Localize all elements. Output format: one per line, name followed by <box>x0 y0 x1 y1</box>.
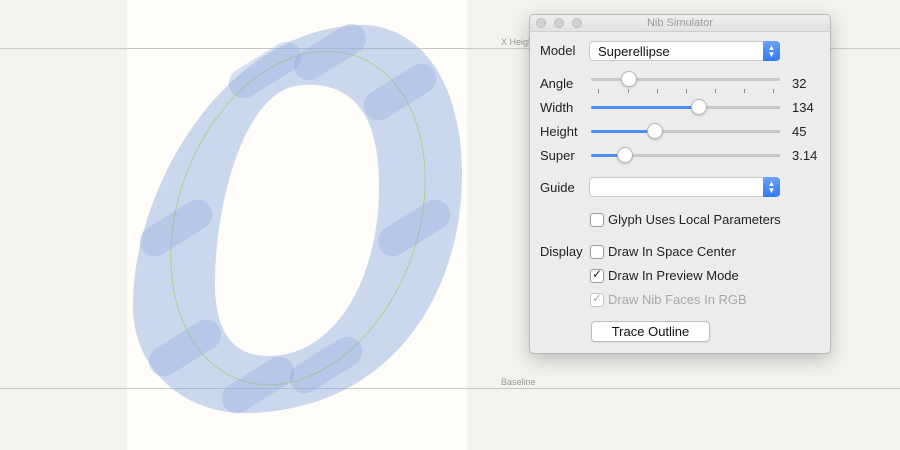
width-slider[interactable] <box>591 99 780 115</box>
space-center-checkbox[interactable]: ✓ <box>590 245 604 259</box>
trace-outline-button[interactable]: Trace Outline <box>591 321 710 342</box>
height-slider-knob[interactable] <box>647 123 664 139</box>
model-label: Model <box>540 43 576 58</box>
height-label: Height <box>540 124 578 139</box>
model-select[interactable]: Superellipse ▲ ▼ <box>589 41 780 61</box>
select-arrows-icon: ▲ ▼ <box>763 41 780 61</box>
display-label: Display <box>540 244 583 259</box>
guide-label: Guide <box>540 180 575 195</box>
panel-titlebar[interactable]: Nib Simulator <box>530 15 830 32</box>
height-slider[interactable] <box>591 123 780 139</box>
checkmark-icon: ✓ <box>592 267 603 281</box>
nib-faces-rgb-checkbox: ✓ <box>590 291 604 307</box>
height-value: 45 <box>792 124 807 139</box>
width-slider-fill <box>591 106 699 109</box>
space-center-label: Draw In Space Center <box>608 244 736 259</box>
preview-mode-checkbox[interactable]: ✓ <box>590 267 604 283</box>
width-slider-knob[interactable] <box>690 99 707 115</box>
angle-value: 32 <box>792 76 807 91</box>
checkmark-icon: ✓ <box>592 291 603 305</box>
preview-mode-label: Draw In Preview Mode <box>608 268 739 283</box>
glyph-local-params-label: Glyph Uses Local Parameters <box>608 212 781 227</box>
angle-slider-knob[interactable] <box>620 71 637 87</box>
super-label: Super <box>540 148 575 163</box>
model-select-value: Superellipse <box>598 44 670 59</box>
panel-title: Nib Simulator <box>646 17 714 29</box>
width-value: 134 <box>792 100 814 115</box>
guide-select[interactable]: ▲ ▼ <box>589 177 780 197</box>
nib-faces-rgb-label: Draw Nib Faces In RGB <box>608 292 747 307</box>
angle-label: Angle <box>540 76 574 91</box>
width-label: Width <box>540 100 574 115</box>
height-slider-fill <box>591 130 656 133</box>
select-arrows-icon: ▲ ▼ <box>763 177 780 197</box>
angle-slider-ticks <box>591 89 780 94</box>
nib-simulator-panel: Nib Simulator Model Superellipse ▲ ▼ Angl… <box>529 14 831 354</box>
super-slider-knob[interactable] <box>617 147 634 163</box>
angle-slider[interactable] <box>591 71 780 87</box>
super-slider[interactable] <box>591 147 780 163</box>
super-value: 3.14 <box>792 148 818 163</box>
glyph-local-params-checkbox[interactable]: ✓ <box>590 213 604 227</box>
